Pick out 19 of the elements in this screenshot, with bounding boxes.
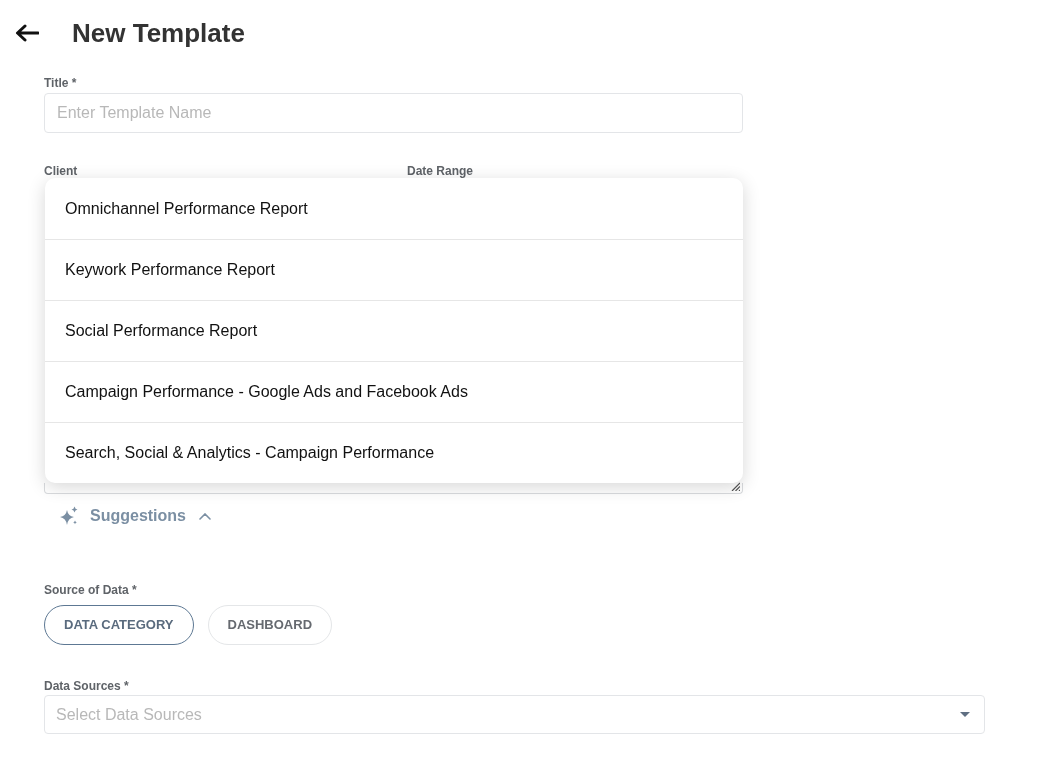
text-area-field[interactable] (44, 483, 743, 494)
suggestion-item[interactable]: Omnichannel Performance Report (45, 178, 743, 239)
data-sources-label: Data Sources * (44, 679, 129, 693)
source-of-data-label: Source of Data * (44, 583, 137, 597)
page-title: New Template (72, 18, 245, 48)
caret-down-icon (960, 712, 970, 717)
suggestion-item[interactable]: Search, Social & Analytics - Campaign Performance (45, 422, 743, 483)
resize-grip-icon (731, 482, 740, 491)
suggestion-item[interactable]: Campaign Performance - Google Ads and Facebook Ads (45, 361, 743, 422)
sparkle-icon (59, 506, 79, 526)
title-input[interactable]: Enter Template Name (44, 93, 743, 133)
chevron-up-icon (199, 512, 211, 520)
suggestion-item[interactable]: Social Performance Report (45, 300, 743, 361)
title-label: Title * (44, 76, 77, 90)
back-button[interactable] (15, 24, 39, 42)
client-label: Client (44, 164, 78, 178)
suggestion-item[interactable]: Keywork Performance Report (45, 239, 743, 300)
arrow-left-icon (15, 24, 39, 42)
date-range-label: Date Range (407, 164, 474, 178)
